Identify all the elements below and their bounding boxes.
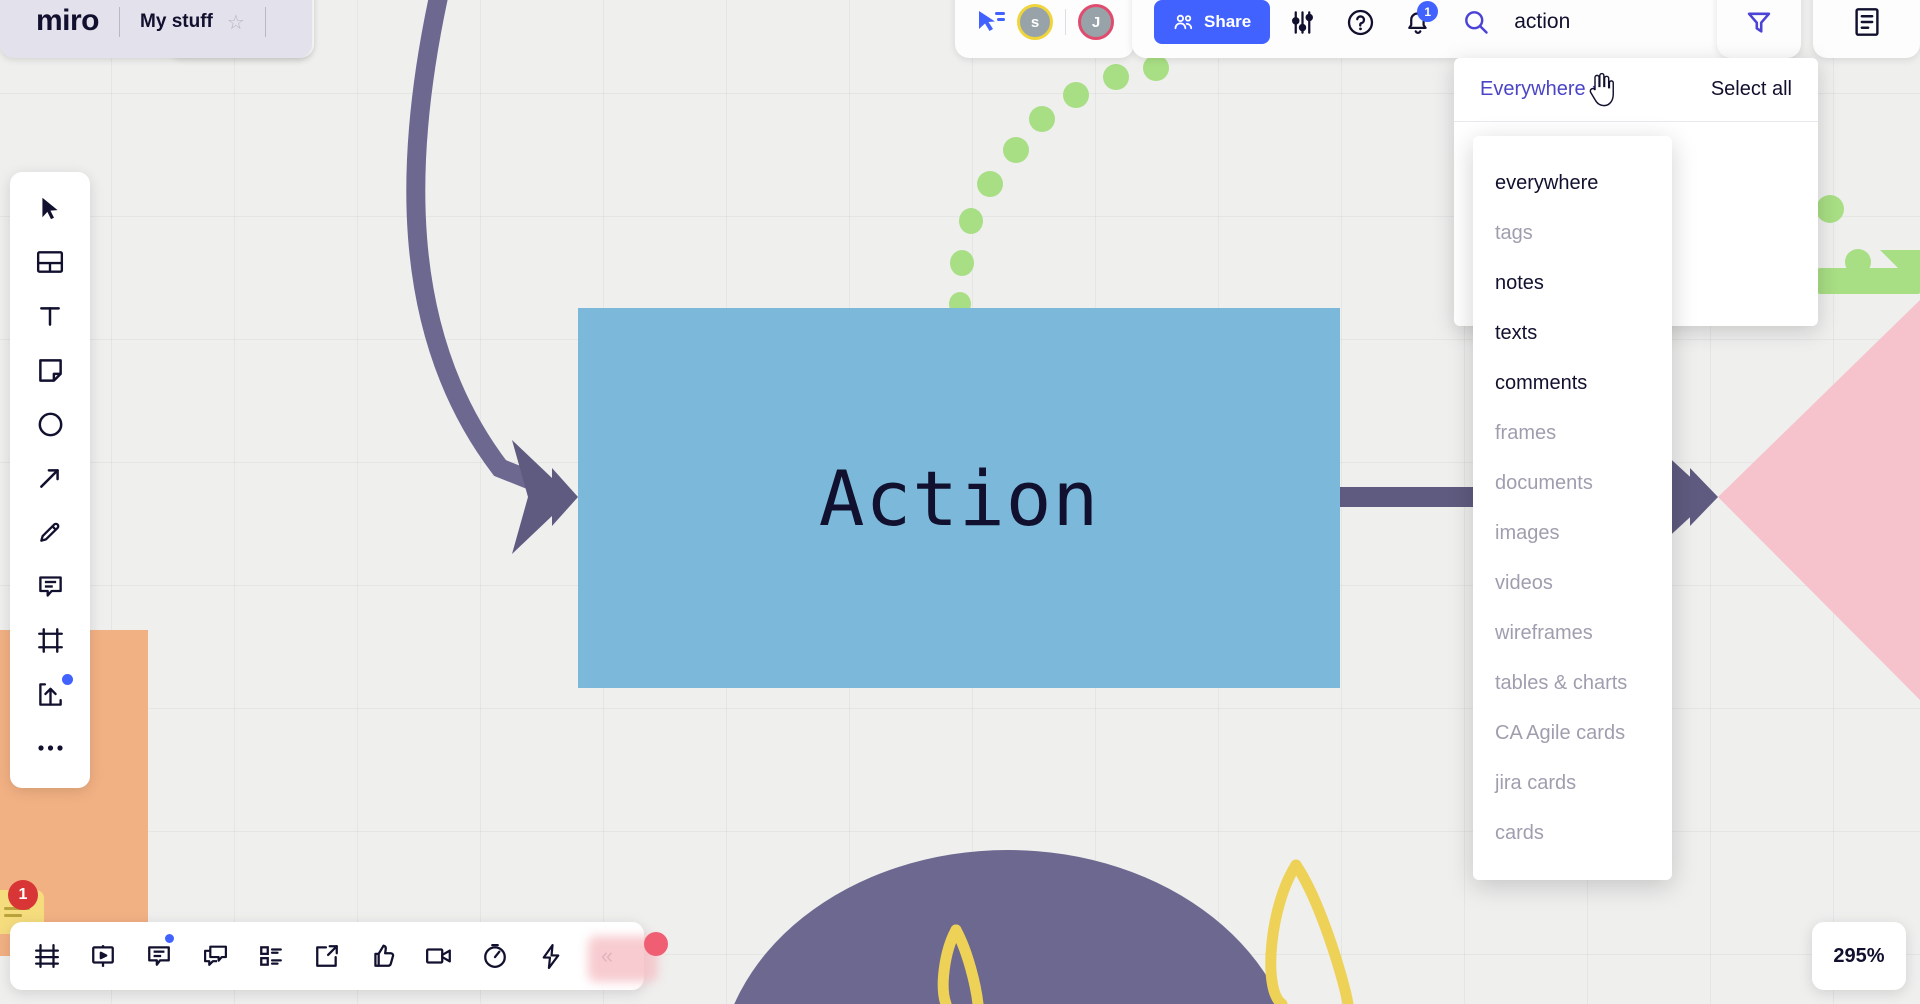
notification-badge: 1 [1417, 1, 1439, 22]
search-input[interactable] [1514, 10, 1727, 34]
dropdown-item-ca-agile-cards: CA Agile cards [1495, 721, 1626, 744]
video-camera-icon[interactable] [412, 930, 466, 982]
header-divider-2 [264, 7, 266, 37]
ellipsis-icon[interactable] [22, 726, 78, 770]
cursor-share-icon[interactable] [975, 9, 1005, 35]
text-t-icon[interactable] [22, 294, 78, 338]
task-list-icon[interactable] [244, 930, 298, 982]
filter-funnel-icon[interactable] [1733, 0, 1785, 48]
decision-diamond [1718, 300, 1920, 700]
frames-list-icon[interactable] [20, 930, 74, 982]
dropdown-item-jira-cards: jira cards [1495, 771, 1577, 794]
frame-icon[interactable] [22, 618, 78, 662]
collaborator-cursor-dot [644, 932, 668, 956]
dropdown-item-texts[interactable]: texts [1473, 308, 1672, 358]
share-button[interactable]: Share [1154, 0, 1271, 44]
pencil-icon[interactable] [22, 510, 78, 554]
upload-tool-badge-dot [62, 674, 73, 685]
comment-bubble-icon[interactable] [22, 564, 78, 608]
dropdown-item-everywhere[interactable]: everywhere [1473, 158, 1672, 208]
avatar-divider [1065, 9, 1066, 35]
dropdown-item-wireframes: wireframes [1495, 621, 1593, 644]
left-tools-toolbar [10, 172, 90, 788]
search-icon[interactable] [1450, 0, 1502, 48]
comment-lines-icon[interactable] [132, 930, 186, 982]
export-icon[interactable] [300, 930, 354, 982]
action-shape[interactable]: Action [578, 308, 1340, 688]
right-arrowhead-tip [1690, 468, 1718, 526]
yellow-loop-left-b [1290, 859, 1354, 1004]
board-title[interactable]: My stuff [140, 11, 213, 33]
dropdown-item-videos: videos [1495, 571, 1553, 594]
dropdown-item-notes[interactable]: notes [1473, 258, 1672, 308]
board-panel-group [1813, 0, 1920, 58]
green-dot-trail [949, 55, 1169, 316]
circle-shape-icon[interactable] [22, 402, 78, 446]
mouse-pointer-hand-icon [1586, 72, 1616, 108]
collapse-toolbar-button[interactable]: « [580, 930, 634, 982]
help-circle-icon[interactable] [1334, 0, 1386, 48]
bottom-ellipse-shape [734, 850, 1282, 1004]
sliders-icon[interactable] [1276, 0, 1328, 48]
search-scope-label: Everywhere [1480, 78, 1586, 100]
green-shapes-right [1816, 195, 1920, 294]
select-all-button[interactable]: Select all [1711, 78, 1792, 101]
chat-icon[interactable] [188, 930, 242, 982]
miro-board-app: 1 Action miro My stuff ☆ s J Share 1 act… [0, 0, 1920, 1004]
dropdown-item-images: images [1495, 521, 1560, 544]
left-arrowhead-tip [552, 468, 578, 526]
action-shape-label: Action [818, 453, 1100, 543]
avatar[interactable]: s [1017, 4, 1053, 40]
timer-icon[interactable] [468, 930, 522, 982]
cursor-arrow-icon[interactable] [22, 186, 78, 230]
search-scope-selector[interactable]: Everywhere ▾ [1480, 77, 1603, 102]
bell-icon[interactable]: 1 [1392, 0, 1444, 48]
comment-count-badge: 1 [8, 880, 38, 910]
avatar[interactable]: J [1078, 4, 1114, 40]
dropdown-item-comments[interactable]: comments [1473, 358, 1672, 408]
arrow-diagonal-icon[interactable] [22, 456, 78, 500]
dropdown-item-documents: documents [1495, 471, 1593, 494]
board-header-left: miro My stuff ☆ [0, 0, 312, 58]
header-divider-1 [119, 7, 121, 37]
collaborators-group: s J [955, 0, 1134, 58]
comments-badge-dot [165, 934, 174, 943]
lightning-icon[interactable] [524, 930, 578, 982]
board-panel-icon[interactable] [1841, 0, 1893, 48]
miro-logo[interactable]: miro [36, 4, 100, 40]
presentation-icon[interactable] [76, 930, 130, 982]
upload-box-icon[interactable] [22, 672, 78, 716]
sticky-note-icon[interactable] [22, 348, 78, 392]
curved-connector-path [406, 0, 570, 502]
bottom-tools-toolbar: « [10, 922, 644, 990]
board-header-right: Share 1 [1132, 0, 1745, 58]
dropdown-item-tables-charts: tables & charts [1495, 671, 1628, 694]
search-panel-header: Everywhere ▾ Select all [1454, 58, 1818, 122]
dropdown-item-tags: tags [1495, 221, 1533, 244]
yellow-loop-left-a [1265, 859, 1302, 1004]
favorite-star-icon[interactable]: ☆ [227, 10, 245, 35]
thumbs-up-icon[interactable] [356, 930, 410, 982]
search-scope-dropdown: everywhere tags notes texts comments fra… [1473, 136, 1672, 880]
share-button-label: Share [1204, 12, 1252, 31]
templates-icon[interactable] [22, 240, 78, 284]
zoom-level-indicator[interactable]: 295% [1812, 922, 1906, 990]
dropdown-item-frames: frames [1495, 421, 1557, 444]
filter-group [1717, 0, 1801, 58]
dropdown-item-cards: cards [1495, 821, 1544, 844]
